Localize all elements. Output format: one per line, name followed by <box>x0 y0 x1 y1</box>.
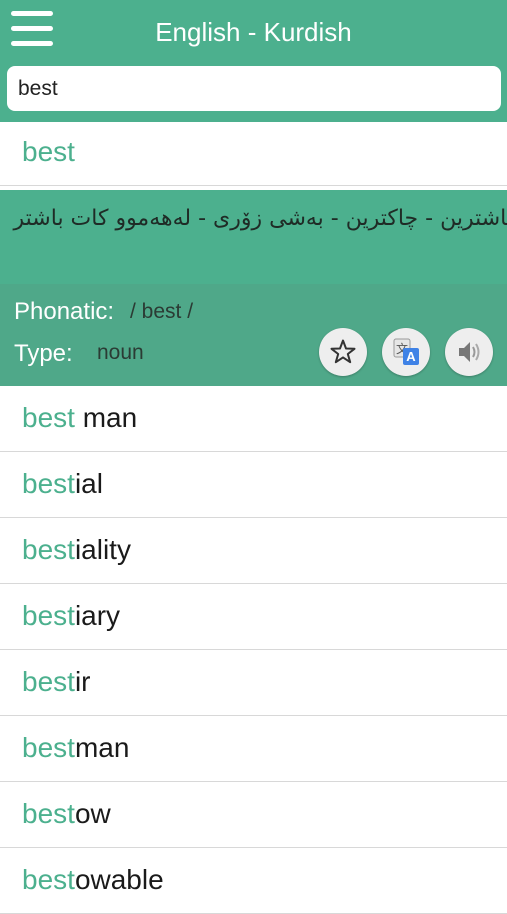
list-item[interactable]: bestiality <box>0 518 507 584</box>
word-info-panel: Phonatic: / best / Type: noun <box>0 284 507 386</box>
speak-button[interactable] <box>445 328 493 376</box>
favorite-button[interactable] <box>319 328 367 376</box>
menu-icon[interactable] <box>11 11 53 47</box>
search-input[interactable] <box>7 66 501 111</box>
app-title: English - Kurdish <box>155 17 352 47</box>
translation-panel: باشترین - چاکترین - بەشی زۆری - لەهەموو … <box>0 190 507 284</box>
type-value: noun <box>97 341 144 364</box>
list-item[interactable]: bestial <box>0 452 507 518</box>
app-header: English - Kurdish <box>0 0 507 122</box>
list-item[interactable]: best man <box>0 386 507 452</box>
phonetic-value: / best / <box>130 300 194 323</box>
google-translate-icon: 文 A <box>393 338 419 365</box>
svg-text:A: A <box>406 349 416 364</box>
kurdish-translation: باشترین - چاکترین - بەشی زۆری - لەهەموو … <box>13 206 507 231</box>
phonetic-label: Phonatic: <box>14 298 115 325</box>
current-word-row[interactable]: best <box>0 122 507 186</box>
type-label: Type: <box>14 340 73 367</box>
current-word: best <box>22 136 75 167</box>
translate-button[interactable]: 文 A <box>382 328 430 376</box>
list-item[interactable]: bestman <box>0 716 507 782</box>
star-icon <box>330 339 356 364</box>
list-item[interactable]: bestow <box>0 782 507 848</box>
list-item[interactable]: bestir <box>0 650 507 716</box>
list-item[interactable]: bestiary <box>0 584 507 650</box>
speaker-icon <box>459 342 480 362</box>
suggestion-list: best man bestial bestiality bestiary bes… <box>0 386 507 914</box>
list-item[interactable]: bestowable <box>0 848 507 914</box>
